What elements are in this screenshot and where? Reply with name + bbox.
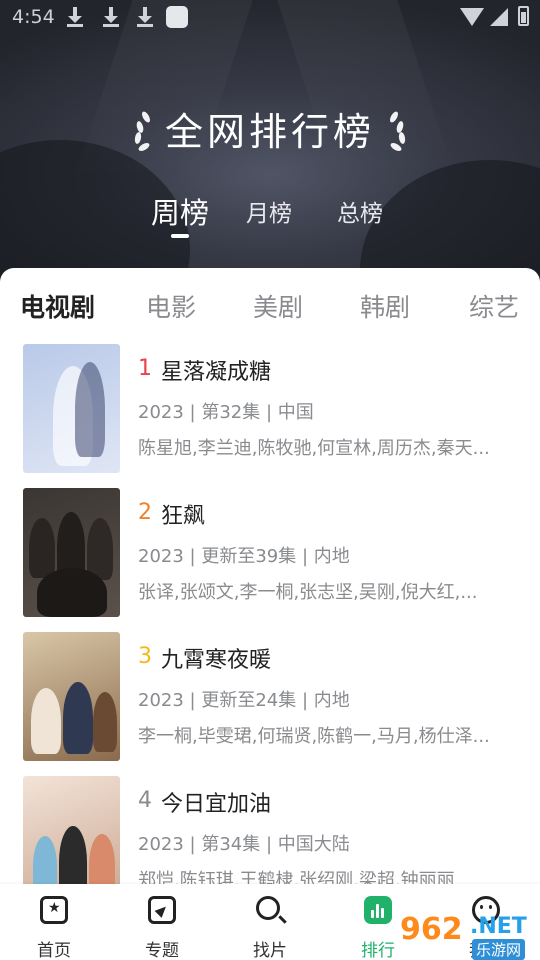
tab-all-time[interactable]: 总榜 (337, 194, 383, 228)
item-title[interactable]: 九霄寒夜暖 (161, 642, 271, 674)
tab-variety[interactable]: 综艺 (469, 288, 519, 324)
watermark-number: 962 (400, 912, 463, 947)
rank-number: 2 (138, 500, 152, 525)
battery-icon (518, 6, 529, 26)
list-item[interactable]: 3 九霄寒夜暖 2023 | 更新至24集 | 内地 李一桐,毕雯珺,何瑞贤,陈… (0, 632, 540, 762)
rank-number: 1 (138, 356, 152, 381)
search-icon (256, 896, 280, 920)
nav-topics-label: 专题 (145, 941, 179, 960)
item-cast: 李一桐,毕雯珺,何瑞贤,陈鹤一,马月,杨仕泽... (138, 726, 490, 747)
ranking-icon (364, 896, 392, 924)
topic-icon (148, 896, 176, 924)
item-title[interactable]: 今日宜加油 (161, 786, 271, 818)
download-icon (100, 5, 122, 27)
status-bar: 4:54 (0, 0, 540, 36)
tab-weekly[interactable]: 周榜 (151, 190, 210, 238)
rank-number: 4 (138, 788, 152, 813)
item-meta: 2023 | 第34集 | 中国大陆 (138, 834, 350, 855)
wifi-icon (460, 8, 484, 26)
item-cast: 陈星旭,李兰迪,陈牧驰,何宣林,周历杰,秦天... (138, 438, 490, 459)
ranking-card: 电视剧 电影 美剧 韩剧 综艺 1 星落凝成糖 2023 | 第32集 | 中国… (0, 268, 540, 960)
list-item[interactable]: 1 星落凝成糖 2023 | 第32集 | 中国 陈星旭,李兰迪,陈牧驰,何宣林… (0, 344, 540, 474)
tab-movies[interactable]: 电影 (146, 288, 196, 324)
period-tabs: 周榜 月榜 总榜 (0, 188, 540, 240)
poster-image[interactable] (23, 488, 120, 617)
nav-find-label: 找片 (253, 941, 287, 960)
laurel-right-icon (387, 105, 409, 153)
poster-image[interactable] (23, 344, 120, 473)
site-watermark-logo: 962 .NET 乐游网 (400, 912, 540, 960)
tab-weekly-label: 周榜 (151, 196, 210, 230)
page-title-row: 全网排行榜 (0, 98, 540, 158)
tab-all-time-label: 总榜 (337, 201, 383, 227)
download-icon (134, 5, 156, 27)
tab-us-series[interactable]: 美剧 (253, 288, 303, 324)
category-tabs: 电视剧 电影 美剧 韩剧 综艺 (0, 288, 540, 328)
tab-korean-series[interactable]: 韩剧 (360, 288, 410, 324)
home-icon (40, 896, 68, 924)
tab-monthly[interactable]: 月榜 (246, 194, 292, 228)
item-meta: 2023 | 更新至39集 | 内地 (138, 546, 350, 567)
rank-number: 3 (138, 644, 152, 669)
page-title: 全网排行榜 (164, 109, 375, 154)
tab-tv-series[interactable]: 电视剧 (20, 288, 95, 324)
tab-monthly-label: 月榜 (246, 201, 292, 227)
nav-find[interactable]: 找片 (230, 894, 310, 960)
app-notification-icon (166, 6, 188, 28)
nav-topics[interactable]: 专题 (122, 894, 202, 960)
signal-icon (490, 8, 508, 26)
ranking-header: 4:54 全网排行榜 周榜 月榜 总榜 (0, 0, 540, 300)
poster-image[interactable] (23, 632, 120, 761)
item-meta: 2023 | 更新至24集 | 内地 (138, 690, 350, 711)
nav-home-label: 首页 (37, 941, 71, 960)
watermark-text: 乐游网 (472, 939, 526, 960)
item-title[interactable]: 星落凝成糖 (161, 354, 271, 386)
status-time: 4:54 (12, 6, 55, 28)
item-meta: 2023 | 第32集 | 中国 (138, 402, 314, 423)
active-tab-indicator (171, 234, 189, 238)
laurel-left-icon (131, 105, 153, 153)
nav-home[interactable]: 首页 (14, 894, 94, 960)
download-icon (64, 5, 86, 27)
watermark-suffix: .NET (470, 914, 527, 939)
list-item[interactable]: 2 狂飙 2023 | 更新至39集 | 内地 张译,张颂文,李一桐,张志坚,吴… (0, 488, 540, 618)
item-cast: 张译,张颂文,李一桐,张志坚,吴刚,倪大红,... (138, 582, 478, 603)
item-title[interactable]: 狂飙 (161, 498, 205, 530)
